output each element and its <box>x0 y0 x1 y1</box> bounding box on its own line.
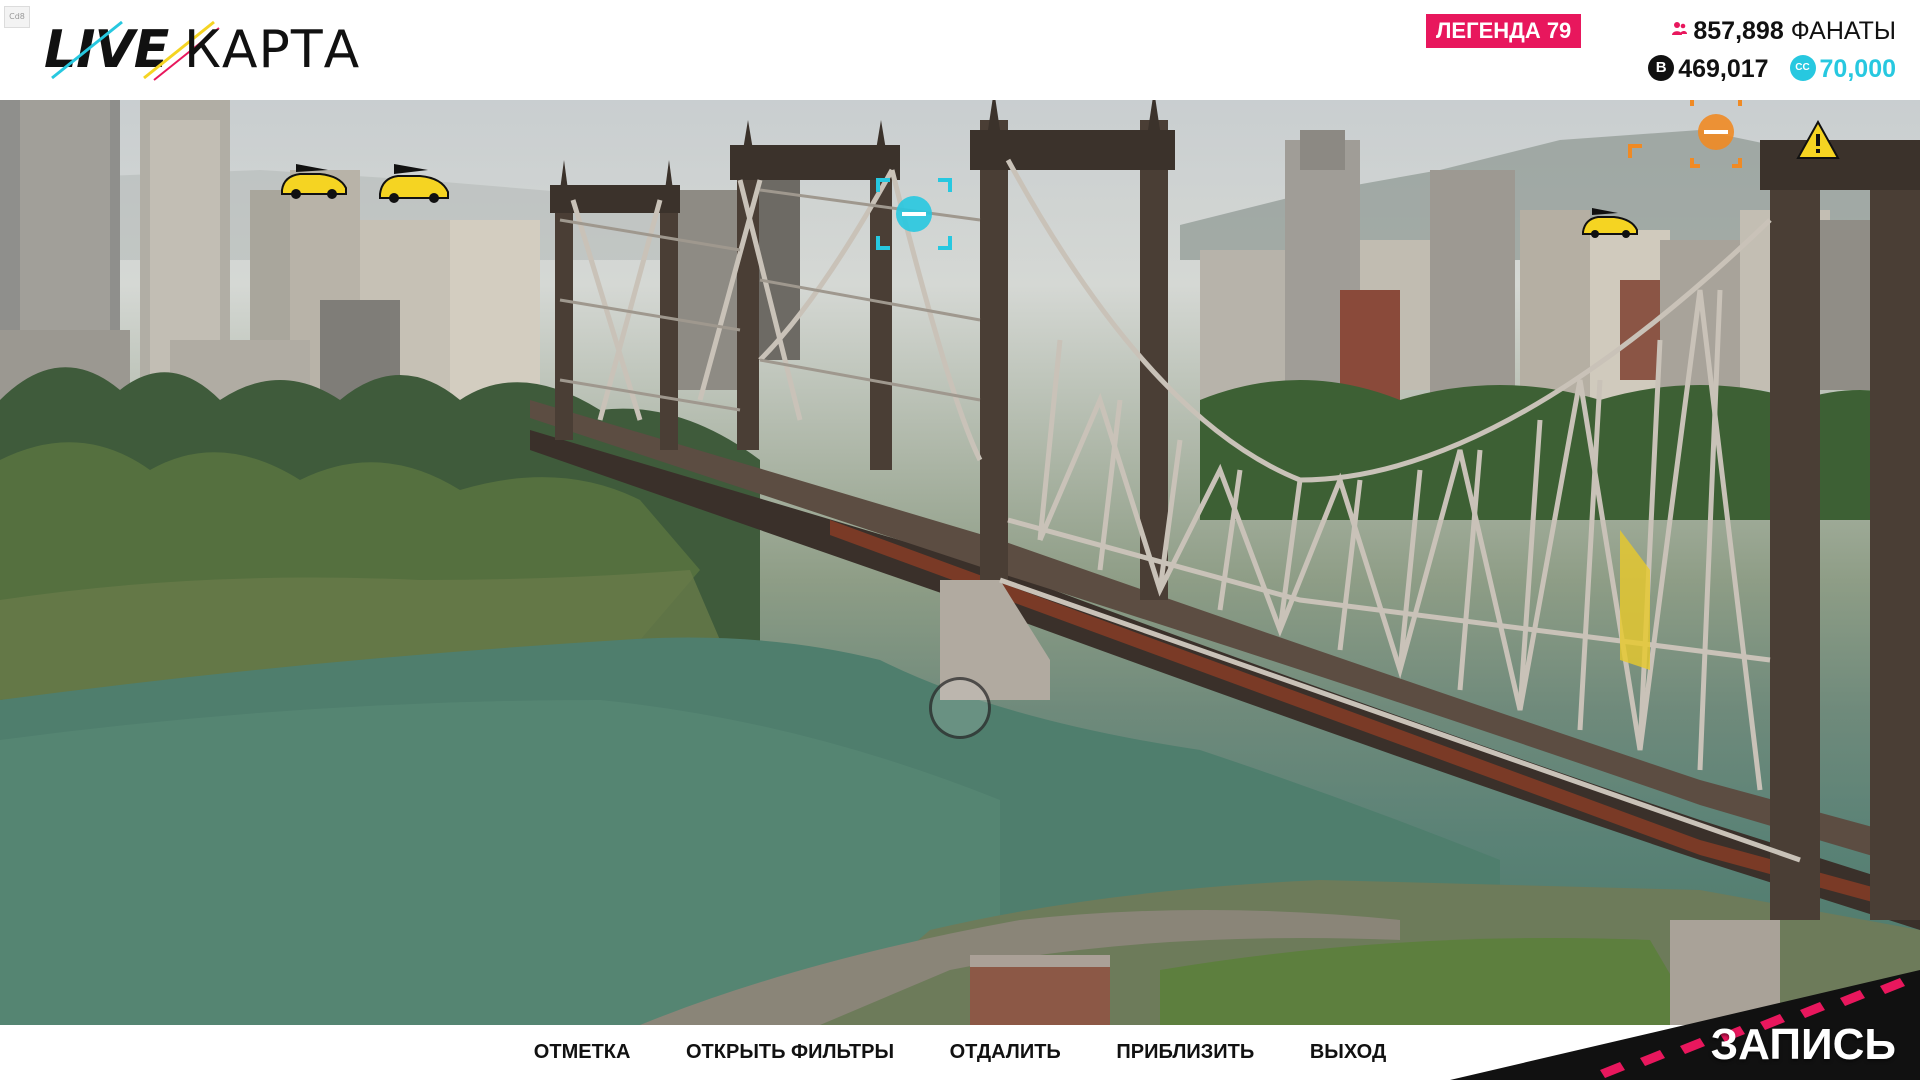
car-marker-icon[interactable] <box>376 162 452 208</box>
credits-value: 469,017 <box>1678 55 1769 83</box>
open-filters-button[interactable]: ОТКРЫТЬ ФИЛЬТРЫ <box>686 1041 894 1064</box>
map-cursor[interactable] <box>929 677 991 739</box>
livemap-logo: LIVE КАРТА <box>44 18 384 82</box>
fans-label: ФАНАТЫ <box>1790 17 1896 45</box>
level-badge: ЛЕГЕНДА 79 <box>1426 14 1582 48</box>
crew-credits-icon: CC <box>1789 55 1816 82</box>
target-marker-icon[interactable] <box>876 178 952 250</box>
top-bar: Cd8 LIVE КАРТА ЛЕГЕНДА 79 857,898 ФАНАТЫ… <box>0 0 1920 100</box>
car-marker-icon[interactable] <box>278 162 350 202</box>
logo-map-text: КАРТА <box>184 20 361 80</box>
live-map-view[interactable] <box>0 100 1920 1025</box>
car-marker-icon[interactable] <box>1580 206 1640 242</box>
record-label[interactable]: ЗАПИСЬ <box>1711 1020 1896 1070</box>
player-stats: ЛЕГЕНДА 79 857,898 ФАНАТЫ B 469,017 CC 70,… <box>1426 12 1896 92</box>
zoom-in-button[interactable]: ПРИБЛИЗИТЬ <box>1116 1041 1254 1064</box>
fans-value: 857,898 <box>1693 17 1784 45</box>
set-waypoint-button[interactable]: ОТМЕТКА <box>534 1041 631 1064</box>
exit-button[interactable]: ВЫХОД <box>1310 1041 1386 1064</box>
credits-icon: B <box>1648 55 1675 82</box>
fans-icon <box>1671 13 1688 35</box>
zoom-out-button[interactable]: ОТДАЛИТЬ <box>950 1041 1061 1064</box>
crew-credits-value: 70,000 <box>1819 55 1896 83</box>
target-marker-icon[interactable] <box>1628 100 1748 168</box>
currency-row: B 469,017 CC 70,000 <box>1648 54 1896 84</box>
fans-counter: 857,898 ФАНАТЫ <box>1671 16 1896 46</box>
build-tag: Cd8 <box>4 6 30 28</box>
warning-marker-icon[interactable] <box>1796 120 1840 160</box>
